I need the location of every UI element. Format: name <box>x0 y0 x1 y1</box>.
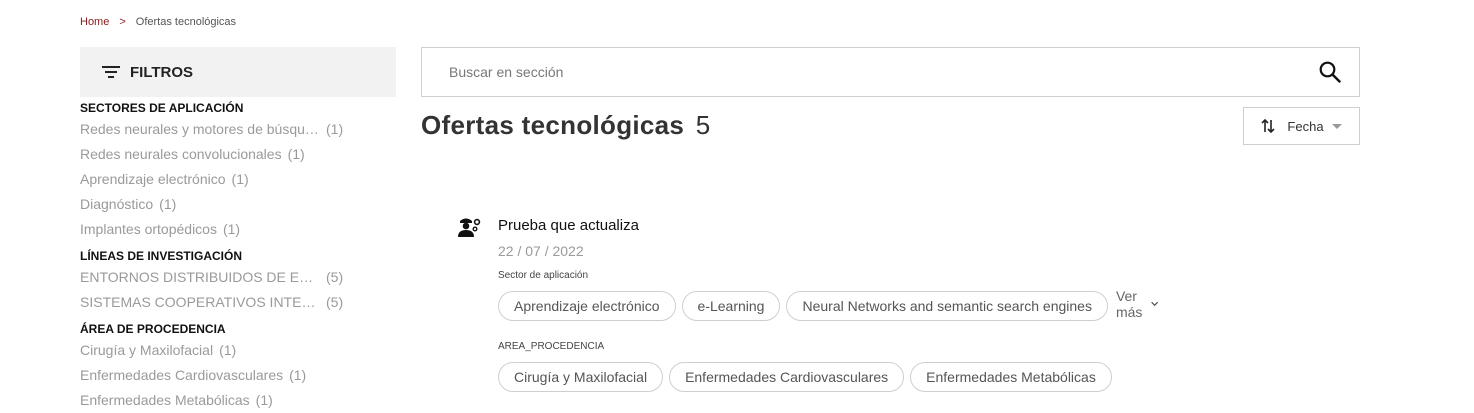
area-chip[interactable]: Enfermedades Cardiovasculares <box>669 362 905 392</box>
ver-mas-button[interactable]: Ver más <box>1115 288 1159 320</box>
researcher-gear-icon <box>458 218 481 237</box>
area-chips: Cirugía y Maxilofacial Enfermedades Card… <box>498 362 1118 392</box>
filter-section-heading: LÍNEAS DE INVESTIGACIÓN <box>80 249 243 263</box>
sort-icon <box>1261 118 1275 134</box>
filter-section-heading: ÁREA DE PROCEDENCIA <box>80 322 226 336</box>
results-count: 5 <box>695 110 711 140</box>
filter-item[interactable]: Cirugía y Maxilofacial (1) <box>80 338 306 363</box>
sort-dropdown[interactable]: Fecha <box>1243 107 1360 145</box>
search-input[interactable] <box>447 63 1319 81</box>
filter-section-area: ÁREA DE PROCEDENCIA Cirugía y Maxilofaci… <box>80 321 306 413</box>
filter-item[interactable]: Redes neurales y motores de búsqueda sem… <box>80 117 343 142</box>
sector-chip[interactable]: Aprendizaje electrónico <box>498 291 676 321</box>
breadcrumb: Home > Ofertas tecnológicas <box>80 16 236 28</box>
sort-label: Fecha <box>1287 118 1324 134</box>
filter-item[interactable]: ENTORNOS DISTRIBUIDOS DE ENSEÑANZA (5) <box>80 265 343 290</box>
area-label: AREA_PROCEDENCIA <box>498 341 605 352</box>
filters-title: FILTROS <box>130 63 194 81</box>
filter-item[interactable]: SISTEMAS COOPERATIVOS INTELIGENTES (5) <box>80 290 343 315</box>
filter-icon <box>102 66 120 78</box>
breadcrumb-home-link[interactable]: Home <box>80 16 109 28</box>
area-chip[interactable]: Cirugía y Maxilofacial <box>498 362 664 392</box>
page-title: Ofertas tecnológicas 5 <box>421 110 711 141</box>
sector-label: Sector de aplicación <box>498 270 589 281</box>
filter-item[interactable]: Aprendizaje electrónico (1) <box>80 167 343 192</box>
filters-header[interactable]: FILTROS <box>80 47 396 97</box>
filter-item[interactable]: Enfermedades Metabólicas (1) <box>80 388 306 413</box>
ver-mas-label: Ver más <box>1115 288 1143 320</box>
sector-chip[interactable]: e-Learning <box>681 291 781 321</box>
result-date: 22 / 07 / 2022 <box>498 243 584 259</box>
sector-chip[interactable]: Neural Networks and semantic search engi… <box>786 291 1108 321</box>
filter-section-sectores: SECTORES DE APLICACIÓN Redes neurales y … <box>80 100 343 242</box>
chevron-down-icon <box>1151 301 1159 307</box>
filter-item[interactable]: Redes neurales convolucionales (1) <box>80 142 343 167</box>
filter-item[interactable]: Implantes ortopédicos (1) <box>80 217 343 242</box>
result-title[interactable]: Prueba que actualiza <box>498 217 639 234</box>
filter-section-heading: SECTORES DE APLICACIÓN <box>80 101 244 115</box>
search-box <box>421 47 1360 97</box>
breadcrumb-current: Ofertas tecnológicas <box>135 16 237 28</box>
filter-section-lineas: LÍNEAS DE INVESTIGACIÓN ENTORNOS DISTRIB… <box>80 248 343 315</box>
breadcrumb-separator: > <box>119 16 126 28</box>
filter-item[interactable]: Diagnóstico (1) <box>80 192 343 217</box>
area-chip[interactable]: Enfermedades Metabólicas <box>910 362 1112 392</box>
search-icon[interactable] <box>1319 61 1341 83</box>
filter-item[interactable]: Enfermedades Cardiovasculares (1) <box>80 363 306 388</box>
page-title-text: Ofertas tecnológicas <box>421 110 685 140</box>
sector-chips: Aprendizaje electrónico e-Learning Neura… <box>498 288 1159 321</box>
caret-down-icon <box>1331 123 1342 129</box>
